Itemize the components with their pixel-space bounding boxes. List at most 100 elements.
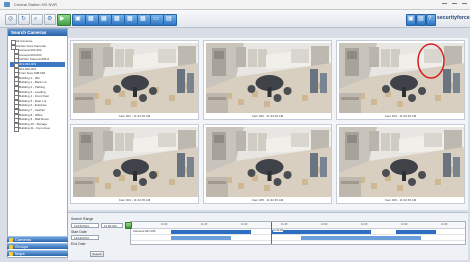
fullscreen-button[interactable]: ▭ <box>150 14 164 26</box>
layout-3x3-button[interactable]: ▦ <box>111 14 125 26</box>
recording-segment <box>171 235 231 240</box>
timeline-cursor[interactable] <box>271 222 272 244</box>
layout-3x2-icon: ▦ <box>101 16 107 22</box>
nav-button-label: Cameras <box>15 237 32 242</box>
layout-3x2-button[interactable]: ▦ <box>98 14 112 26</box>
nav-button-cameras[interactable]: Cameras <box>7 236 68 242</box>
tree-item-label: Building 8 - Office <box>19 112 43 117</box>
tree-item-label: 001-002-003 <box>19 61 37 66</box>
tree-item-label: Building 10 - Storage <box>19 121 48 126</box>
help-button[interactable]: ? <box>426 14 436 26</box>
camera-feed-image <box>339 127 464 197</box>
layout-3x3-icon: ▦ <box>114 16 120 22</box>
timeline-tick-label: 11:00 <box>161 223 168 226</box>
layout-2x2-icon: ▦ <box>88 16 94 22</box>
tree-item-label: Camera 001-002 <box>19 48 42 53</box>
tree-item-label: Building 7 - Cashier <box>19 107 46 112</box>
sequence-icon: ▤ <box>166 16 172 22</box>
camera-timestamp: Cam 004 - 11:32:45 AM <box>118 198 151 202</box>
tree-item-label: Building 2 - Parking <box>19 84 46 89</box>
export-button[interactable]: ▣ <box>406 14 416 26</box>
camera-timestamp: Cam 002 - 11:32:45 AM <box>251 114 284 118</box>
tree-item-label: Kitchen Area Cameras <box>16 43 47 48</box>
zoom-in-icon[interactable] <box>125 222 132 229</box>
timeline-tick-label: 11:15 <box>201 223 208 226</box>
end-date-field[interactable]: 11/14/2014 <box>71 235 99 240</box>
layout-5x5-button[interactable]: ▦ <box>137 14 151 26</box>
minimize-button[interactable] <box>440 1 449 7</box>
play-icon: ▶ <box>60 16 65 22</box>
recording-segment <box>301 235 421 240</box>
brand-logo: securityforce <box>437 15 470 21</box>
camera-tile[interactable]: Cam 003 - 11:32:45 AM <box>336 40 465 120</box>
camera-timestamp: Cam 003 - 11:32:45 AM <box>384 114 417 118</box>
camera-tile[interactable]: Cam 004 - 11:32:45 AM <box>70 124 199 204</box>
camera-feed-image <box>206 43 331 113</box>
tree-checkbox[interactable] <box>14 127 19 133</box>
tree-item-label: Building 1 - Back Lot <box>19 80 47 85</box>
camera-tile[interactable]: Cam 001 - 11:32:45 AM <box>70 40 199 120</box>
timeline-scale: 11:00 11:15 11:30 11:45 12:00 12:15 12:30 12:45 <box>131 222 465 229</box>
search-icon: ⌕ <box>34 16 38 22</box>
camera-feed-image <box>73 127 198 197</box>
tree-item-label: Front Door 008-004 <box>19 71 46 76</box>
timeline-tick-label: 12:45 <box>441 223 448 226</box>
timeline-row <box>131 235 465 241</box>
print-button[interactable]: ▤ <box>416 14 426 26</box>
camera-tile[interactable]: Cam 006 - 11:32:45 AM <box>336 124 465 204</box>
camera-add-button[interactable]: ◎ <box>5 14 17 25</box>
timeline-cursor-label: 11:32:45 <box>273 229 283 232</box>
tree-item-label: Building 5 - Rear Lot <box>19 98 47 103</box>
search-range-label: Search Range <box>71 217 94 221</box>
help-icon: ? <box>428 16 432 22</box>
tree-item-label: Camera 003-004 <box>19 52 42 57</box>
search-button[interactable]: ⌕ <box>31 14 43 25</box>
main-toolbar: ◎ ↻ ⌕ ⚙ ▶ ▣ ▦ ▦ ▦ ▦ ▦ ▭ ▤ ▣ ▤? <box>0 10 470 28</box>
tree-item-label: Building 4 - Front Door <box>19 94 50 99</box>
layout-2x2-button[interactable]: ▦ <box>85 14 99 26</box>
layout-1x1-button[interactable]: ▣ <box>72 14 86 26</box>
start-date-field[interactable]: 11/14/2014 <box>71 223 99 228</box>
camera-grid: Cam 001 - 11:32:45 AM Cam 002 - 11:32:45 … <box>68 38 468 210</box>
tree-item-label: Building 3 - Loading <box>19 89 46 94</box>
timeline-tick-label: 11:30 <box>241 223 248 226</box>
camera-tree-header: Search Cameras <box>8 29 67 36</box>
camera-timestamp: Cam 005 - 11:32:45 AM <box>251 198 284 202</box>
fullscreen-icon: ▭ <box>153 16 159 22</box>
app-icon <box>4 2 10 7</box>
search-button[interactable]: Search <box>90 251 104 257</box>
camera-feed-image <box>73 43 198 113</box>
title-bar: Central Station HD NVR <box>0 0 470 10</box>
nav-button-groups[interactable]: Groups <box>7 243 68 249</box>
nav-button-label: Groups <box>15 244 29 249</box>
close-button[interactable] <box>460 1 469 7</box>
camera-add-icon: ◎ <box>8 16 14 22</box>
refresh-button[interactable]: ↻ <box>18 14 30 25</box>
tree-item-label: 001-002-004 <box>19 66 37 71</box>
camera-tree: All Cameras Kitchen Area Cameras Camera 00… <box>10 39 65 133</box>
tree-item[interactable]: Building 11 - Gym Area <box>10 126 65 133</box>
playback-panel: Search Range 11/14/2014 11:00 AM Start D… <box>68 212 468 260</box>
layout-4x4-button[interactable]: ▦ <box>124 14 138 26</box>
maximize-button[interactable] <box>450 1 459 7</box>
start-date-label: Start Date <box>71 230 87 234</box>
tree-item-label: Building 6 - Entrance <box>19 103 47 108</box>
timeline-row-label: Cameras 001-006 <box>133 229 156 233</box>
settings-button[interactable]: ⚙ <box>44 14 56 25</box>
sequence-button[interactable]: ▤ <box>163 14 177 26</box>
play-button[interactable]: ▶ <box>57 14 71 26</box>
layout-1x1-icon: ▣ <box>75 16 81 22</box>
tree-item-label: All Cameras <box>16 39 33 43</box>
nav-button-maps[interactable]: Maps <box>7 250 68 256</box>
nav-cameras-icon <box>9 238 13 242</box>
tree-item-label: Building 1 - 001 <box>19 75 40 80</box>
nav-groups-icon <box>9 245 13 249</box>
tree-item-label: Kitchen Camera 005-8 <box>19 57 50 62</box>
end-date-label: End Date <box>71 242 86 246</box>
start-time-field[interactable]: 11:00 AM <box>101 223 123 228</box>
camera-tile[interactable]: Cam 005 - 11:32:45 AM <box>203 124 332 204</box>
playback-timeline[interactable]: 11:00 11:15 11:30 11:45 12:00 12:15 12:30 12:45… <box>125 221 466 245</box>
export-icon: ▣ <box>408 16 414 22</box>
window-title: Central Station HD NVR <box>14 2 57 7</box>
camera-tile[interactable]: Cam 002 - 11:32:45 AM <box>203 40 332 120</box>
